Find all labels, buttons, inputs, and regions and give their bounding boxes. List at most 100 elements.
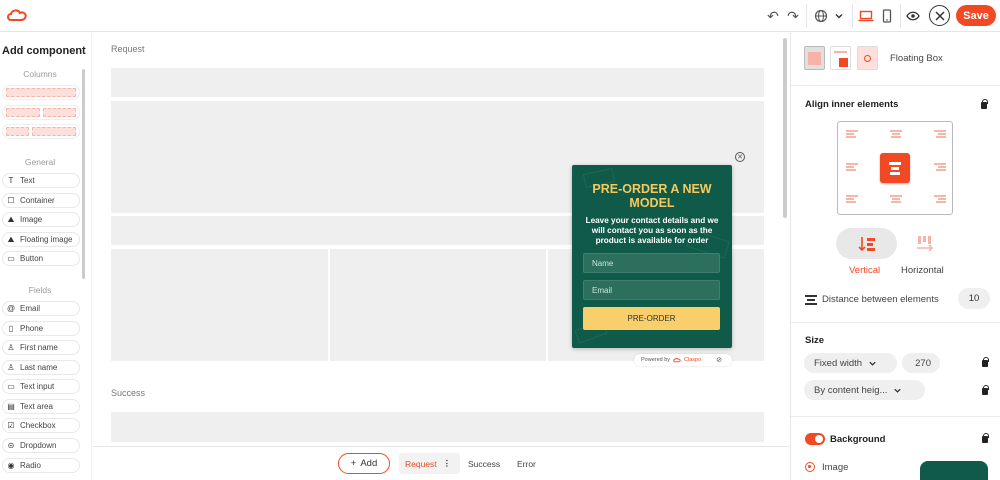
text-icon: T: [8, 176, 14, 185]
vertical-label[interactable]: Vertical: [849, 265, 880, 276]
globe-icon[interactable]: [811, 6, 831, 26]
field-radio[interactable]: ◉ Radio: [2, 458, 80, 473]
background-toggle[interactable]: [805, 433, 825, 445]
chevron-down-icon[interactable]: [829, 6, 849, 26]
alignment-grid[interactable]: [837, 121, 953, 215]
align-bottom-center-option[interactable]: [890, 194, 902, 204]
layout-block[interactable]: [111, 249, 328, 361]
radio-icon: ◉: [7, 461, 15, 470]
redo-icon[interactable]: ↷: [783, 6, 803, 26]
panel-scrollbar[interactable]: [82, 69, 85, 279]
popup-close-icon[interactable]: ✕: [735, 152, 745, 162]
element-name: Floating Box: [890, 53, 943, 64]
lock-icon[interactable]: [982, 357, 989, 367]
vertical-direction-button[interactable]: [836, 228, 897, 259]
add-label: Add: [360, 458, 378, 469]
lock-icon[interactable]: [982, 433, 989, 443]
button-icon: ▭: [7, 254, 15, 263]
align-top-center-option[interactable]: [890, 129, 902, 139]
align-top-left-option[interactable]: [846, 129, 858, 139]
field-text-input[interactable]: ▭ Text input: [2, 379, 80, 394]
component-floating-image[interactable]: ⛰ Floating image: [2, 232, 80, 247]
align-top-right-option[interactable]: [934, 129, 946, 139]
at-icon: @: [6, 304, 16, 313]
editor-canvas: Request Success ✕ PRE-ORDER A NEW MODEL …: [93, 33, 789, 446]
component-container[interactable]: ☐ Container: [2, 193, 80, 208]
lock-icon[interactable]: [982, 385, 989, 395]
distance-label: Distance between elements: [822, 294, 939, 305]
toolbar-divider: [900, 4, 901, 28]
popup-name-field[interactable]: Name: [583, 253, 720, 273]
horizontal-stack-icon[interactable]: [915, 234, 937, 254]
align-bottom-left-option[interactable]: [846, 194, 858, 204]
input-icon: ▭: [7, 382, 15, 391]
add-page-button[interactable]: + Add: [338, 453, 390, 474]
component-label: Radio: [20, 461, 41, 470]
undo-icon[interactable]: ↶: [763, 6, 783, 26]
component-label: Last name: [20, 363, 58, 372]
page-tabs-bar: + Add Request ⋮ Success Error: [93, 446, 789, 480]
field-text-area[interactable]: ▤ Text area: [2, 399, 80, 414]
distance-icon: [805, 295, 817, 305]
layer-thumbnail[interactable]: [830, 46, 851, 70]
columns-one-preset[interactable]: [2, 85, 80, 100]
hide-eye-icon[interactable]: ⊘: [716, 356, 722, 364]
field-first-name[interactable]: ♙ First name: [2, 340, 80, 355]
close-editor-button[interactable]: [929, 5, 950, 26]
component-label: First name: [20, 343, 58, 352]
field-checkbox[interactable]: ☑ Checkbox: [2, 418, 80, 433]
field-dropdown[interactable]: ⊝ Dropdown: [2, 438, 80, 453]
layer-thumbnail-selected[interactable]: [804, 46, 825, 70]
component-button[interactable]: ▭ Button: [2, 251, 80, 266]
lock-icon[interactable]: [981, 99, 988, 109]
desktop-view-icon[interactable]: [856, 6, 876, 26]
field-email[interactable]: @ Email: [2, 301, 80, 316]
layout-block[interactable]: [330, 249, 546, 361]
layout-block[interactable]: [111, 68, 764, 97]
component-image[interactable]: ⛰ Image: [2, 212, 80, 227]
height-mode-select[interactable]: By content heig...: [804, 380, 925, 400]
background-heading: Background: [830, 434, 886, 445]
field-last-name[interactable]: ♙ Last name: [2, 360, 80, 375]
mobile-view-icon[interactable]: [877, 6, 897, 26]
properties-panel: Floating Box Align inner elements Vertic…: [790, 33, 1000, 480]
floating-image-icon: ⛰: [7, 234, 15, 244]
tab-label: Request: [405, 458, 437, 469]
component-label: Dropdown: [20, 441, 57, 450]
component-text[interactable]: T Text: [2, 173, 80, 188]
align-bottom-right-option[interactable]: [934, 194, 946, 204]
align-middle-left-option[interactable]: [846, 162, 858, 172]
horizontal-label[interactable]: Horizontal: [901, 265, 944, 276]
canvas-scrollbar[interactable]: [783, 38, 787, 218]
align-center-selected[interactable]: [880, 153, 910, 183]
width-value-input[interactable]: 270: [902, 353, 940, 373]
preorder-popup[interactable]: PRE-ORDER A NEW MODEL Leave your contact…: [572, 165, 732, 348]
tab-error[interactable]: Error: [517, 459, 536, 469]
distance-input[interactable]: 10: [958, 288, 990, 309]
claspo-logo-icon: [673, 357, 681, 363]
save-button[interactable]: Save: [956, 5, 996, 26]
powered-by-text: Powered by: [641, 357, 671, 363]
more-options-icon[interactable]: ⋮: [443, 458, 452, 469]
background-image-preview[interactable]: [920, 461, 988, 480]
popup-description: Leave your contact details and we will c…: [585, 216, 719, 245]
layout-block[interactable]: [111, 412, 764, 442]
tab-success[interactable]: Success: [468, 459, 500, 469]
layer-thumbnail[interactable]: [857, 46, 878, 70]
width-mode-select[interactable]: Fixed width: [804, 353, 897, 373]
section-label-columns: Columns: [23, 69, 57, 79]
component-label: Text area: [20, 402, 53, 411]
align-middle-right-option[interactable]: [934, 162, 946, 172]
image-radio[interactable]: [805, 462, 815, 472]
top-toolbar: ↶ ↷ Save: [0, 0, 1000, 32]
field-phone[interactable]: ▯ Phone: [2, 321, 80, 336]
tab-request[interactable]: Request ⋮: [399, 453, 460, 474]
powered-by-badge[interactable]: Powered by Claspo ⊘: [634, 354, 732, 366]
preview-eye-icon[interactable]: [903, 6, 923, 26]
component-label: Image: [20, 215, 43, 224]
columns-three-preset[interactable]: [2, 124, 80, 139]
claspo-logo-icon[interactable]: [6, 7, 28, 23]
popup-email-field[interactable]: Email: [583, 280, 720, 300]
preorder-button[interactable]: PRE-ORDER: [583, 307, 720, 330]
columns-two-preset[interactable]: [2, 105, 80, 120]
